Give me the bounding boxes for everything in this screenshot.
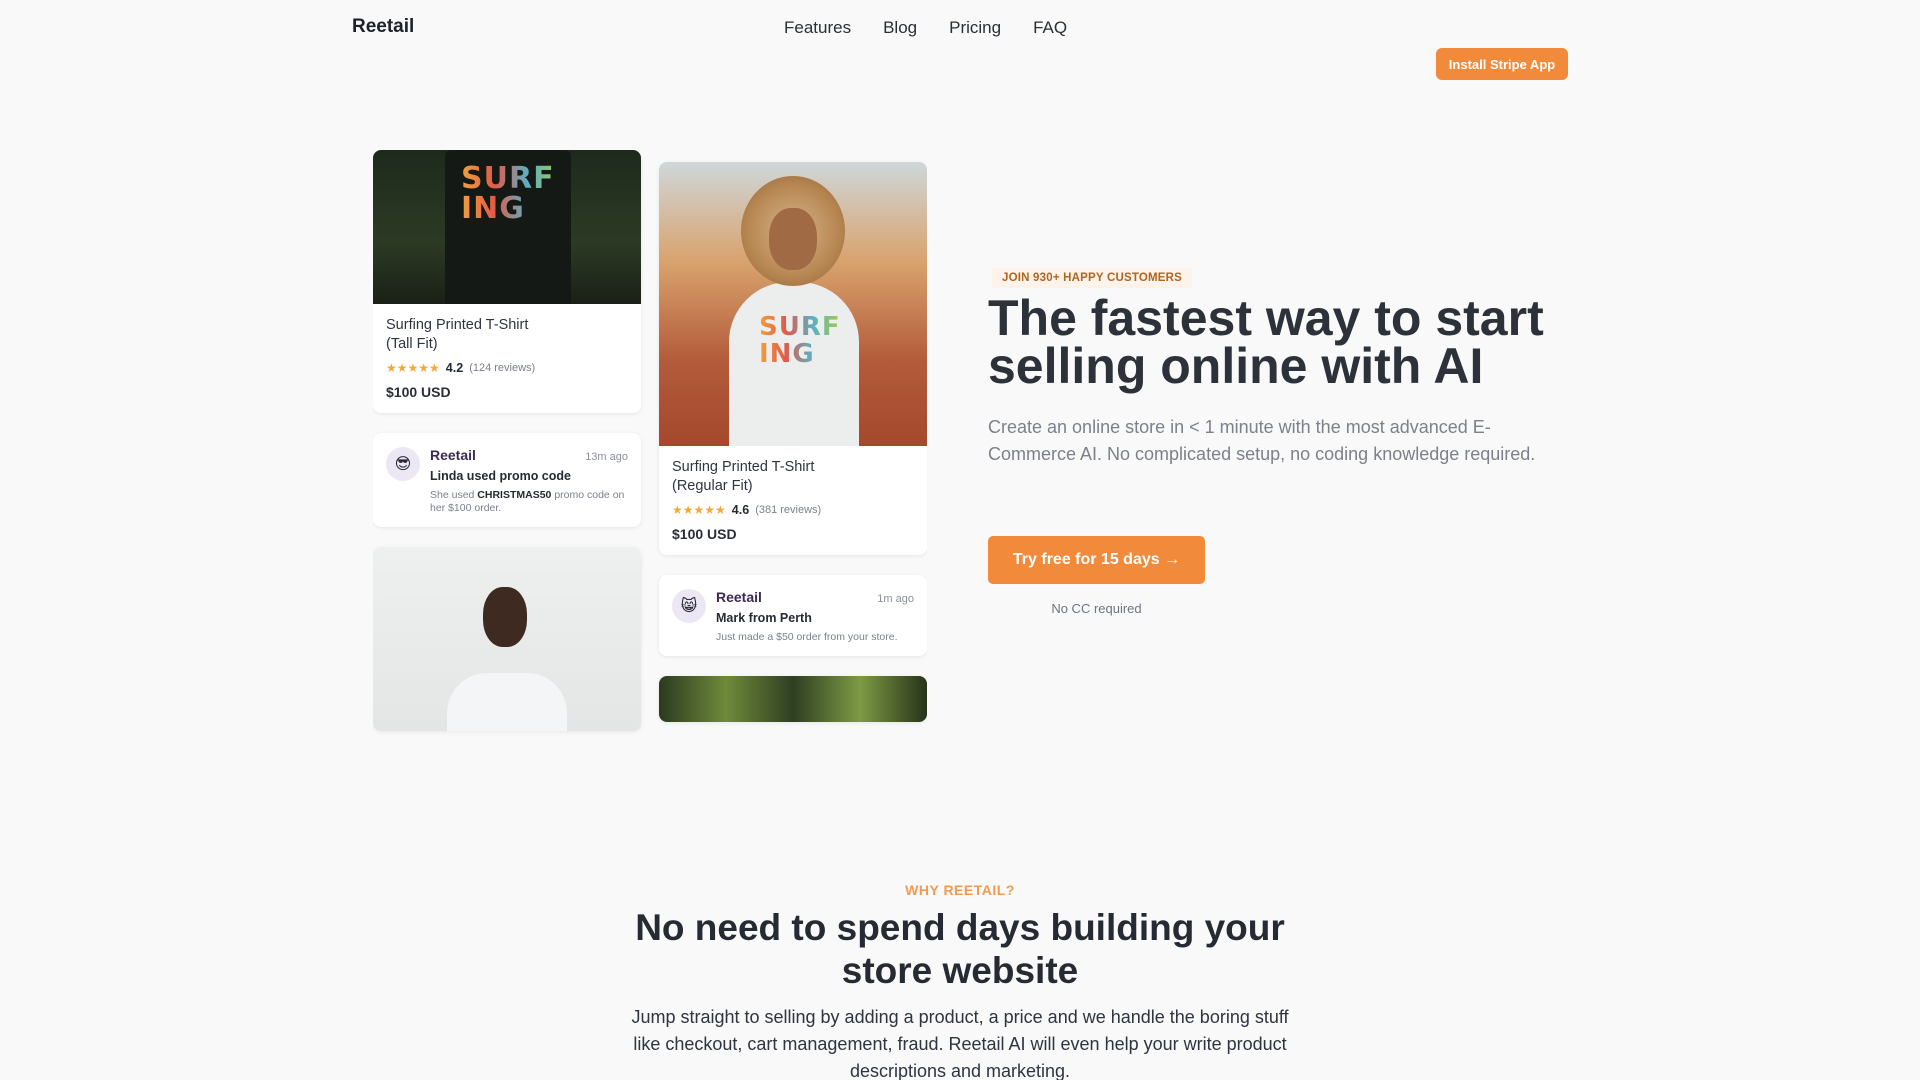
model-head-shape: [483, 587, 527, 647]
promo-code: CHRISTMAS50: [477, 489, 552, 501]
nav-link-faq[interactable]: FAQ: [1033, 18, 1067, 38]
product-photo: [659, 676, 927, 722]
notification-time: 13m ago: [585, 451, 628, 463]
nav-link-pricing[interactable]: Pricing: [949, 18, 1001, 38]
nav-link-features[interactable]: Features: [784, 18, 851, 38]
notification-text-start: She used: [430, 489, 475, 501]
install-stripe-app-button[interactable]: Install Stripe App: [1436, 48, 1568, 80]
why-eyebrow: WHY REETAIL?: [905, 882, 1015, 898]
notification-brand: Reetail: [430, 447, 476, 463]
main-nav: Features Blog Pricing FAQ: [784, 18, 1067, 38]
product-rating: ★★★★★ 4.6 (381 reviews): [672, 503, 914, 517]
review-count: (124 reviews): [469, 362, 536, 374]
product-card: SURF ING Surfing Printed T-Shirt (Regula…: [659, 162, 927, 555]
mosaic-column-left: SURF ING Surfing Printed T-Shirt (Tall F…: [373, 150, 641, 731]
rating-value: 4.2: [445, 361, 464, 375]
notification-text: She used CHRISTMAS50 promo code on her $…: [430, 489, 628, 515]
product-photo: SURF ING: [373, 150, 641, 304]
product-title-fit: (Regular Fit): [672, 478, 753, 494]
product-photo: [373, 547, 641, 731]
product-photo: SURF ING: [659, 162, 927, 446]
star-rating-icon: ★★★★★: [386, 361, 440, 375]
model-face-shape: [769, 208, 817, 270]
notification-card: 😎 Reetail 13m ago Linda used promo code …: [373, 433, 641, 527]
why-title: No need to spend days building your stor…: [635, 907, 1285, 991]
product-card: [373, 547, 641, 731]
notification-card: 😸 Reetail 1m ago Mark from Perth Just ma…: [659, 575, 927, 656]
product-mosaic: SURF ING Surfing Printed T-Shirt (Tall F…: [373, 150, 927, 744]
review-count: (381 reviews): [755, 504, 822, 516]
brand-logo[interactable]: Reetail: [352, 16, 414, 38]
notification-title: Linda used promo code: [430, 469, 571, 483]
product-card: SURF ING Surfing Printed T-Shirt (Tall F…: [373, 150, 641, 413]
why-description: Jump straight to selling by adding a pro…: [631, 1007, 1289, 1080]
product-card: [659, 676, 927, 722]
cat-emoji-avatar: 😸: [672, 589, 706, 623]
customers-badge: JOIN 930+ HAPPY CUSTOMERS: [992, 268, 1193, 288]
try-free-button[interactable]: Try free for 15 days →: [988, 536, 1205, 584]
star-rating-icon: ★★★★★: [672, 503, 726, 517]
tshirt-shape: [447, 673, 567, 731]
rating-value: 4.6: [731, 503, 750, 517]
notification-time: 1m ago: [877, 593, 914, 605]
product-rating: ★★★★★ 4.2 (124 reviews): [386, 361, 628, 375]
hero-title: The fastest way to start selling online …: [988, 290, 1544, 394]
product-price: $100 USD: [672, 526, 737, 542]
mosaic-column-right: SURF ING Surfing Printed T-Shirt (Regula…: [659, 162, 927, 722]
product-title-fit: (Tall Fit): [386, 336, 438, 352]
shirt-print-text: SURF ING: [759, 312, 841, 369]
notification-text: Just made a $50 order from your store.: [716, 631, 898, 643]
hero-subtitle: Create an online store in < 1 minute wit…: [988, 417, 1536, 464]
notification-brand: Reetail: [716, 589, 762, 605]
nav-link-blog[interactable]: Blog: [883, 18, 917, 38]
product-title: Surfing Printed T-Shirt: [672, 459, 815, 475]
product-title: Surfing Printed T-Shirt: [386, 317, 529, 333]
sunglasses-emoji-avatar: 😎: [386, 447, 420, 481]
product-price: $100 USD: [386, 384, 451, 400]
notification-title: Mark from Perth: [716, 611, 812, 625]
no-cc-note: No CC required: [1051, 601, 1142, 616]
shirt-print-text: SURF ING: [461, 164, 561, 224]
